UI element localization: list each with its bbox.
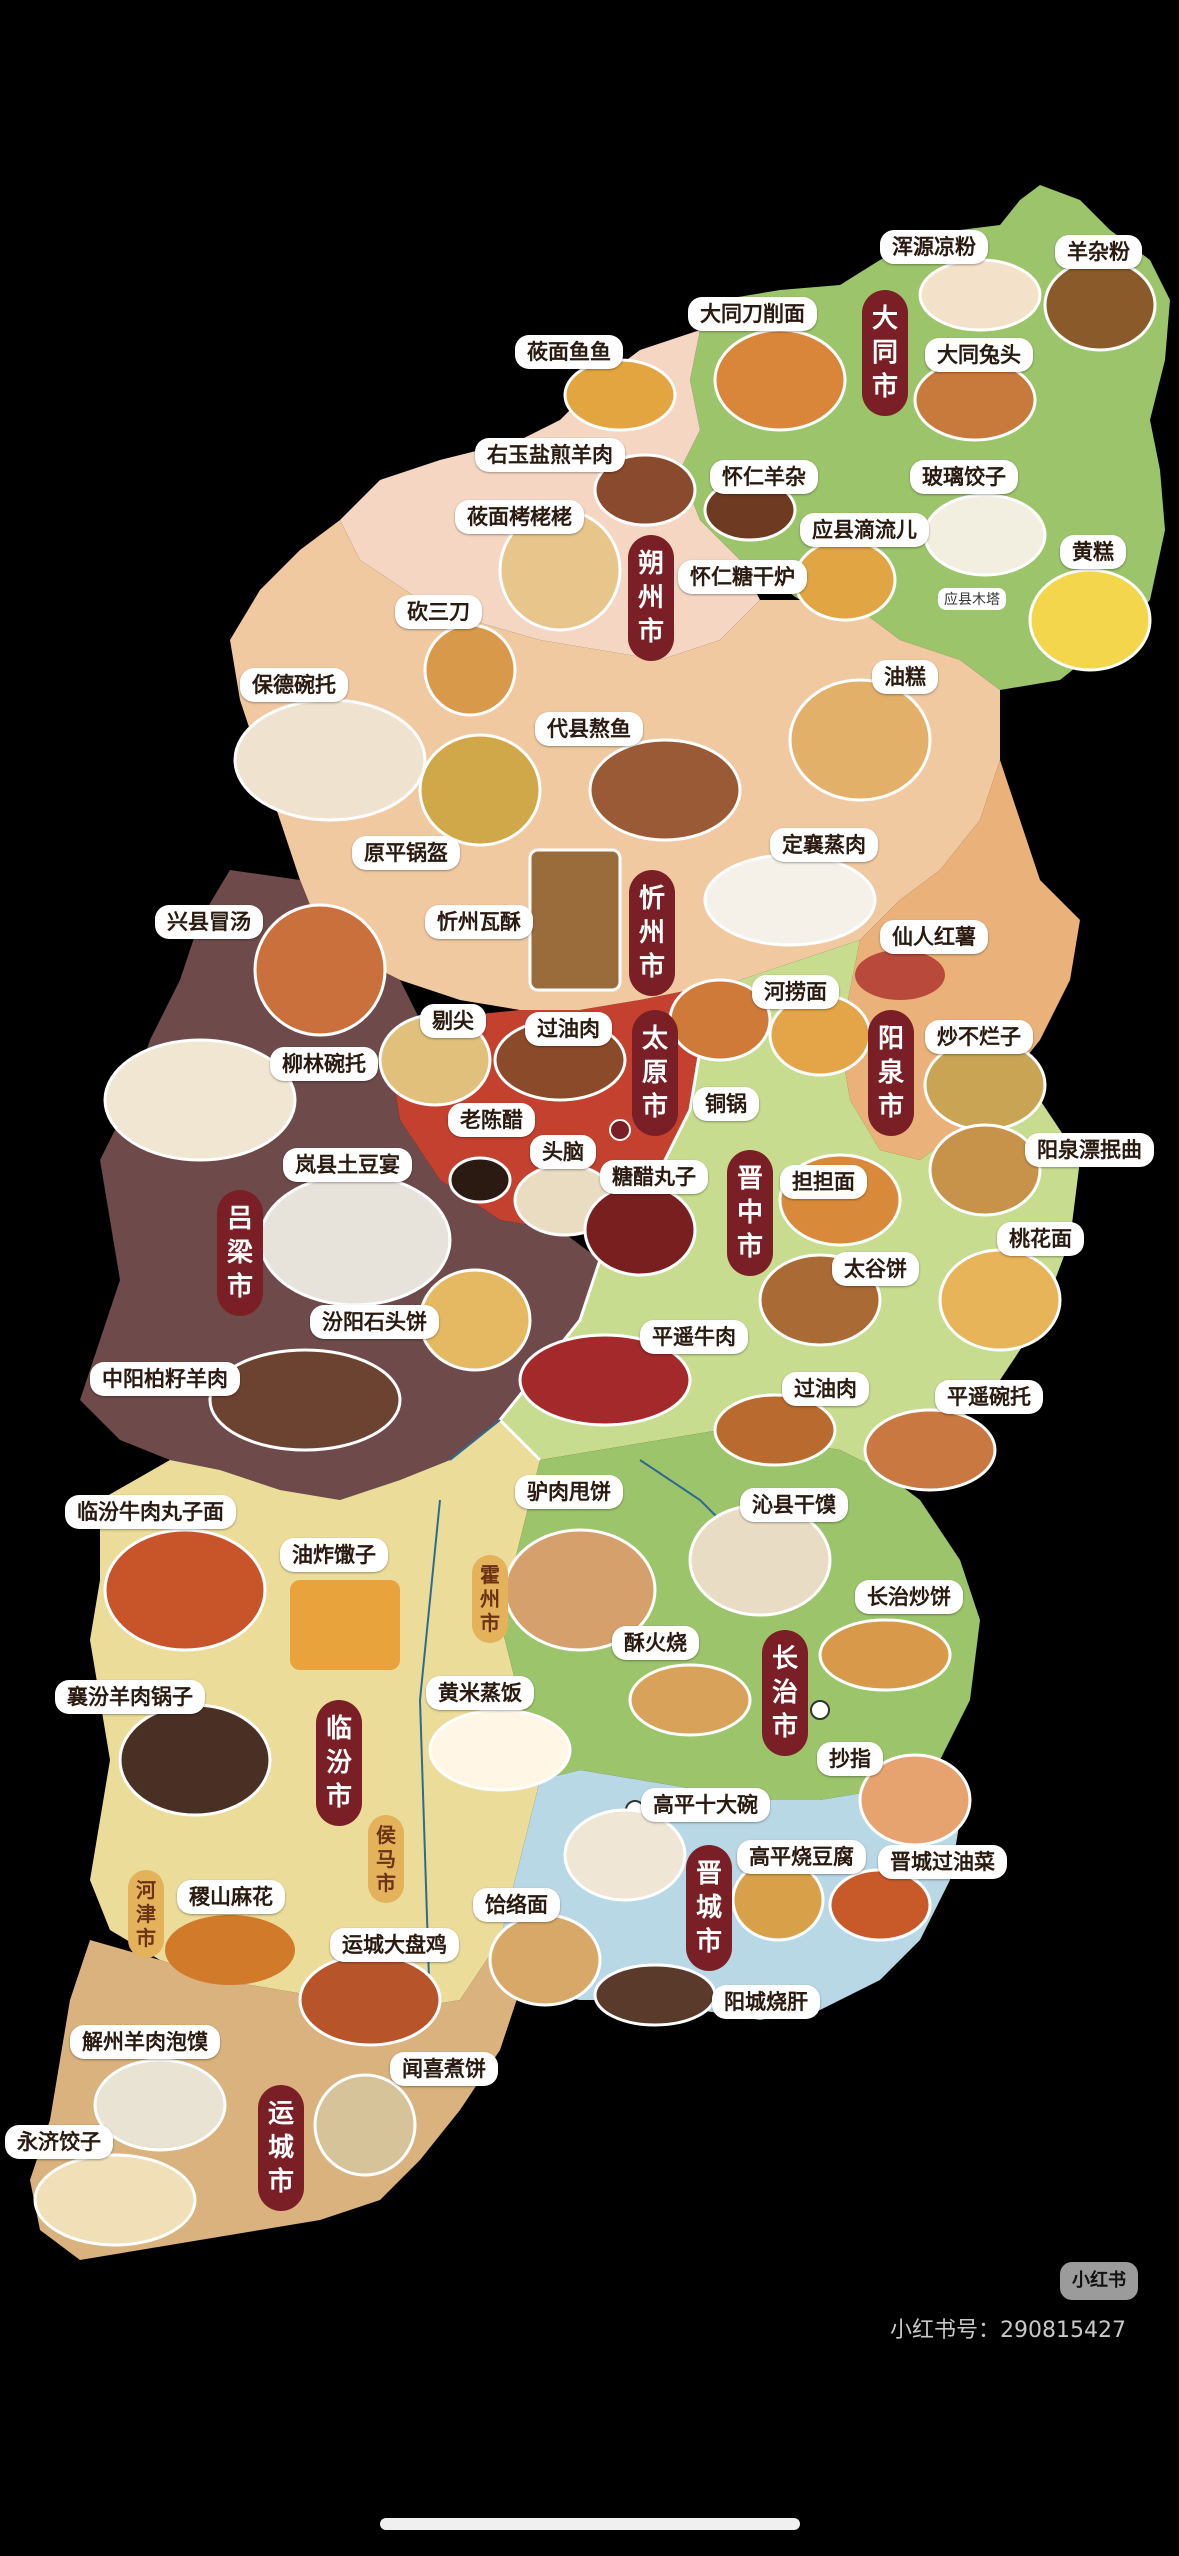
label-yingxian-diliur: 应县滴流儿 <box>800 513 929 547</box>
label-xiezhou-yangrou-paomo: 解州羊肉泡馍 <box>70 2025 220 2059</box>
label-helaomian: 河捞面 <box>752 975 839 1009</box>
city-jinzhong: 晋中市 <box>727 1150 773 1276</box>
city-jincheng: 晋城市 <box>686 1845 732 1971</box>
label-tangcu-wanzi: 糖醋丸子 <box>600 1160 708 1194</box>
label-lvrou-shuaibing: 驴肉甩饼 <box>515 1475 623 1509</box>
label-huanggao: 黄糕 <box>1060 535 1126 569</box>
label-youyu-yangrou: 右玉盐煎羊肉 <box>475 438 625 472</box>
label-huairen-tangganlu: 怀仁糖干炉 <box>678 560 807 594</box>
label-helemian: 饸络面 <box>473 1888 560 1922</box>
label-gaoping-shidawan: 高平十大碗 <box>641 1788 770 1822</box>
xiaohongshu-logo: 小红书 <box>1060 2262 1138 2300</box>
city-lvliang: 吕梁市 <box>217 1190 263 1316</box>
city-linfen: 临汾市 <box>316 1700 362 1826</box>
label-lanxian-tudouyan: 岚县土豆宴 <box>283 1148 412 1182</box>
label-changzhi-chaobing: 长治炒饼 <box>855 1580 963 1614</box>
note-yingxian-muta: 应县木塔 <box>938 588 1006 610</box>
label-daixian-aoyu: 代县熬鱼 <box>535 712 643 746</box>
city-huozhou: 霍州市 <box>472 1555 508 1643</box>
label-jincheng-guoyoucai: 晋城过油菜 <box>878 1845 1007 1879</box>
city-shuozhou: 朔州市 <box>628 535 674 661</box>
label-qinxian-ganmo: 沁县干馍 <box>740 1488 848 1522</box>
label-yongji-jiaozi: 永济饺子 <box>5 2125 113 2159</box>
label-gaoping-shaodoufu: 高平烧豆腐 <box>737 1840 866 1874</box>
label-chaobulanzi: 炒不烂子 <box>925 1020 1033 1054</box>
label-guoyourou: 过油肉 <box>525 1012 612 1046</box>
city-houma: 侯马市 <box>368 1815 404 1903</box>
shanxi-food-map <box>30 185 1170 2260</box>
label-xinzhou-wasu: 忻州瓦酥 <box>425 905 533 939</box>
label-yuanping-guokui: 原平锅盔 <box>352 836 460 870</box>
label-dandanmian: 担担面 <box>780 1165 867 1199</box>
label-taigu-bing: 太谷饼 <box>832 1252 919 1286</box>
label-yougao: 油糕 <box>872 660 938 694</box>
taiyuan-pin <box>609 1119 631 1141</box>
label-fenyang-shitoubing: 汾阳石头饼 <box>310 1305 439 1339</box>
label-kan-san-dao: 砍三刀 <box>395 595 482 629</box>
label-jishan-mahua: 稷山麻花 <box>177 1880 285 1914</box>
label-huairen-yangza: 怀仁羊杂 <box>710 460 818 494</box>
label-hunyuan-liangfen: 浑源凉粉 <box>880 230 988 264</box>
label-laochencu: 老陈醋 <box>448 1103 535 1137</box>
label-yuncheng-dapanji: 运城大盘鸡 <box>330 1928 459 1962</box>
city-yangquan: 阳泉市 <box>868 1010 914 1136</box>
city-taiyuan: 太原市 <box>632 1010 678 1136</box>
label-yangcheng-shaogan: 阳城烧肝 <box>712 1985 820 2019</box>
label-yangquan-piaojinqu: 阳泉漂抿曲 <box>1025 1133 1154 1167</box>
label-tongguo: 铜锅 <box>693 1087 759 1121</box>
label-wenxi-zhubing: 闻喜煮饼 <box>390 2052 498 2086</box>
label-datong-daoxiaomian: 大同刀削面 <box>688 297 817 331</box>
label-datong-tutou: 大同兔头 <box>925 338 1033 372</box>
label-suhuoshao: 酥火烧 <box>612 1626 699 1660</box>
label-baode-wantuo: 保德碗托 <box>240 668 348 702</box>
label-yangza-fen: 羊杂粉 <box>1055 235 1142 269</box>
label-tounao: 头脑 <box>530 1135 596 1169</box>
label-linfen-niurou-wanzimian: 临汾牛肉丸子面 <box>65 1495 236 1529</box>
city-xinzhou: 忻州市 <box>629 870 675 996</box>
changzhi-pin <box>810 1700 830 1720</box>
label-huangmi-zhengfan: 黄米蒸饭 <box>426 1676 534 1710</box>
label-youzha-sanzi: 油炸馓子 <box>280 1538 388 1572</box>
city-datong: 大同市 <box>862 290 908 416</box>
label-liujian: 剔尖 <box>420 1004 486 1038</box>
label-zhongyang-bozi-yangrou: 中阳柏籽羊肉 <box>90 1362 240 1396</box>
label-pingyao-wantuo: 平遥碗托 <box>935 1380 1043 1414</box>
label-guoyourou-2: 过油肉 <box>782 1372 869 1406</box>
label-taohuamian: 桃花面 <box>997 1222 1084 1256</box>
label-youmian-yuyu: 莜面鱼鱼 <box>515 335 623 369</box>
label-xiangfen-yangrou-guozi: 襄汾羊肉锅子 <box>55 1680 205 1714</box>
home-indicator[interactable] <box>380 2518 800 2530</box>
label-liulin-wantuo: 柳林碗托 <box>270 1047 378 1081</box>
label-xingxian-maotang: 兴县冒汤 <box>155 905 263 939</box>
label-dingxiang-zhengrou: 定襄蒸肉 <box>770 828 878 862</box>
label-chaozhi: 抄指 <box>817 1742 883 1776</box>
city-changzhi: 长治市 <box>762 1630 808 1756</box>
label-pingyao-niurou: 平遥牛肉 <box>640 1320 748 1354</box>
label-boli-jiaozi: 玻璃饺子 <box>910 460 1018 494</box>
label-xianren-hongshu: 仙人红薯 <box>880 920 988 954</box>
xiaohongshu-id: 小红书号：290815427 <box>890 2318 1126 2343</box>
label-youmian-kaolaolao: 莜面栲栳栳 <box>455 500 584 534</box>
city-hejin: 河津市 <box>128 1870 164 1958</box>
city-yuncheng: 运城市 <box>258 2085 304 2211</box>
